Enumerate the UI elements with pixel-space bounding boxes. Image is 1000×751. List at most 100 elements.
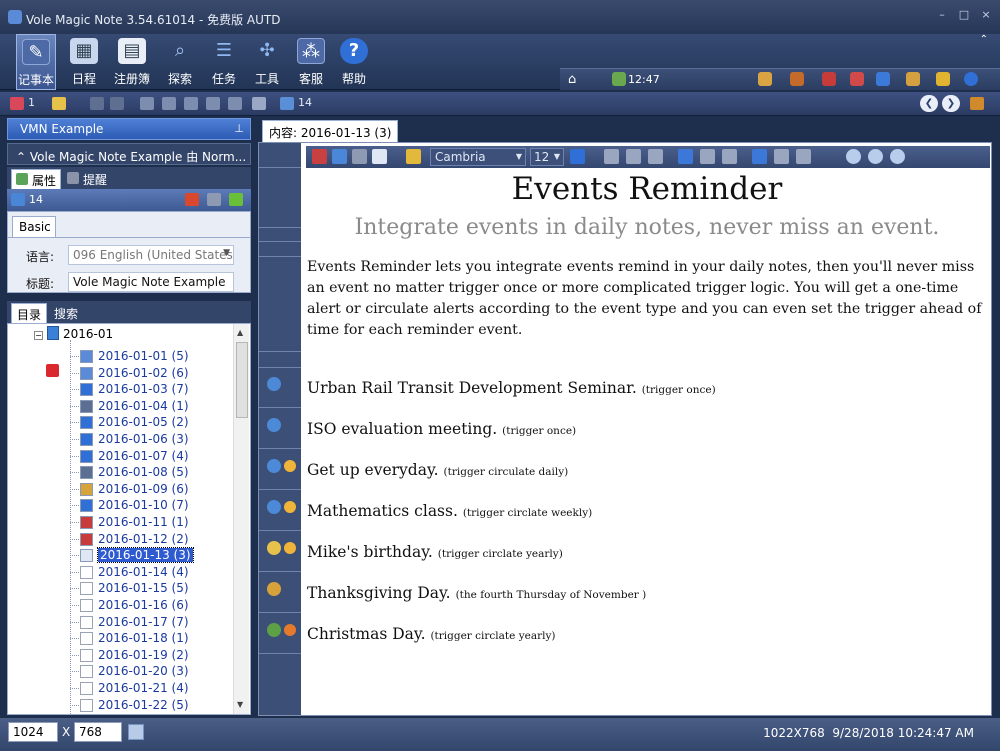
tree-item[interactable]: 2016-01-20 (3) [8,663,232,680]
new-note-icon[interactable] [10,97,24,110]
tab-tasks[interactable]: ☰ 任务 [204,34,244,90]
tree-item[interactable]: 2016-01-06 (3) [8,431,232,448]
speaker-icon[interactable] [229,193,243,206]
pin-icon[interactable]: ⊥ [234,122,244,135]
layout-icon[interactable] [752,149,767,164]
tab-schedule[interactable]: ▦ 日程 [64,34,104,90]
tree-item[interactable]: 2016-01-09 (6) [8,481,232,498]
notebook-selector[interactable]: ⌃ Vole Magic Note Example 由 Norm... [7,143,251,165]
zoom-in-icon[interactable] [868,149,883,164]
tab-properties[interactable]: 属性 [11,169,62,189]
tree-item[interactable]: 2016-01-14 (4) [8,564,232,581]
event-item[interactable]: ISO evaluation meeting. (trigger once) [307,420,576,438]
screen-icon[interactable] [128,724,144,740]
profile-icon[interactable] [876,72,890,86]
event-item[interactable]: Mike's birthday. (trigger circlate yearl… [307,543,563,561]
width-field[interactable]: 1024 [8,722,58,742]
view-mode-icon[interactable] [678,149,693,164]
tree-item[interactable]: 2016-01-01 (5) [8,348,232,365]
view-mode-3-icon[interactable] [722,149,737,164]
highlighter-icon[interactable] [406,149,421,164]
tree-icon[interactable] [267,623,281,637]
forward-icon[interactable] [110,97,124,110]
italic-icon[interactable] [626,149,641,164]
tab-reminder[interactable]: 提醒 [63,169,111,189]
pdf-icon[interactable] [185,193,199,206]
event-item[interactable]: Urban Rail Transit Development Seminar. … [307,379,716,397]
info-icon[interactable] [964,72,978,86]
maximize-button[interactable]: □ [956,8,972,22]
tool-icon-2[interactable] [162,97,176,110]
export-icon[interactable] [207,193,221,206]
tree-item[interactable]: 2016-01-17 (7) [8,614,232,631]
event-item[interactable]: Christmas Day. (trigger circlate yearly) [307,625,556,643]
close-button[interactable]: × [978,8,994,22]
tree-item[interactable]: 2016-01-07 (4) [8,448,232,465]
reminder-once-icon[interactable] [267,377,281,391]
nav-prev-icon[interactable]: ❮ [920,95,938,112]
tree-item[interactable]: 2016-01-05 (2) [8,414,232,431]
books-icon[interactable] [312,149,327,164]
height-field[interactable]: 768 [74,722,122,742]
folder-icon[interactable] [52,97,66,110]
tool-icon-3[interactable] [184,97,198,110]
scroll-up-icon[interactable]: ▲ [237,328,243,337]
tree-item[interactable]: 2016-01-12 (2) [8,531,232,548]
tab-notebook[interactable]: ✎ 记事本 [16,34,56,90]
layout-3-icon[interactable] [796,149,811,164]
user-icon[interactable] [790,72,804,86]
tree-item[interactable]: 2016-01-22 (5) [8,697,232,714]
tab-search[interactable]: 搜索 [49,303,83,323]
title-field[interactable]: Vole Magic Note Example [68,272,234,292]
event-item[interactable]: Thanksgiving Day. (the fourth Thursday o… [307,584,646,602]
tree-item[interactable]: 2016-01-19 (2) [8,647,232,664]
calendar-small-icon[interactable] [850,72,864,86]
tab-help[interactable]: ? 帮助 [334,34,374,90]
document[interactable]: Events Reminder Integrate events in dail… [307,171,991,715]
page-icon[interactable] [280,97,294,110]
save-icon[interactable] [352,149,367,164]
tree-item[interactable]: 2016-01-18 (1) [8,630,232,647]
tool-icon-5[interactable] [228,97,242,110]
nav-next-icon[interactable]: ❯ [942,95,960,112]
tab-support[interactable]: ⁂ 客服 [291,34,331,90]
books-icon[interactable] [822,72,836,86]
palette-icon[interactable] [758,72,772,86]
tree-root[interactable]: − 2016-01 [34,326,113,341]
refresh-icon[interactable] [332,149,347,164]
back-icon[interactable] [90,97,104,110]
minimize-button[interactable]: – [934,8,950,22]
font-color-icon[interactable] [570,149,585,164]
tree-item[interactable]: 2016-01-10 (7) [8,497,232,514]
bold-icon[interactable] [604,149,619,164]
tool-icon-4[interactable] [206,97,220,110]
medal-icon[interactable] [936,72,950,86]
tab-catalog[interactable]: 目录 [11,303,48,323]
content-tab[interactable]: 内容: 2016-01-13 (3) [262,120,399,142]
tree-item[interactable]: 2016-01-11 (1) [8,514,232,531]
tree-item[interactable]: 2016-01-15 (5) [8,580,232,597]
turkey-icon[interactable] [267,582,281,596]
tool-icon-6[interactable] [252,97,266,110]
tree-item[interactable]: 2016-01-04 (1) [8,398,232,415]
layout-2-icon[interactable] [774,149,789,164]
tab-tools[interactable]: ✣ 工具 [247,34,287,90]
tree-item[interactable]: 2016-01-13 (3) [8,547,232,564]
tab-basic[interactable]: Basic [12,216,56,238]
key-icon[interactable] [906,72,920,86]
zoom-icon[interactable] [846,149,861,164]
tree-item[interactable]: 2016-01-03 (7) [8,381,232,398]
tree-scrollbar[interactable]: ▲ ▼ [233,324,249,714]
tree-item[interactable]: 2016-01-16 (6) [8,597,232,614]
tree-item[interactable]: 2016-01-08 (5) [8,464,232,481]
font-select[interactable]: Cambria ▼ [430,148,526,166]
book-icon[interactable] [970,97,984,110]
scroll-thumb[interactable] [236,342,248,418]
ribbon-collapse-icon[interactable]: ⌃ [980,34,988,45]
font-size-select[interactable]: 12 ▼ [530,148,564,166]
tree-item[interactable]: 2016-01-21 (4) [8,680,232,697]
cake-icon[interactable] [267,541,281,555]
tree-item[interactable]: 2016-01-02 (6) [8,365,232,382]
event-item[interactable]: Get up everyday. (trigger circulate dail… [307,461,568,479]
scroll-down-icon[interactable]: ▼ [237,700,243,709]
